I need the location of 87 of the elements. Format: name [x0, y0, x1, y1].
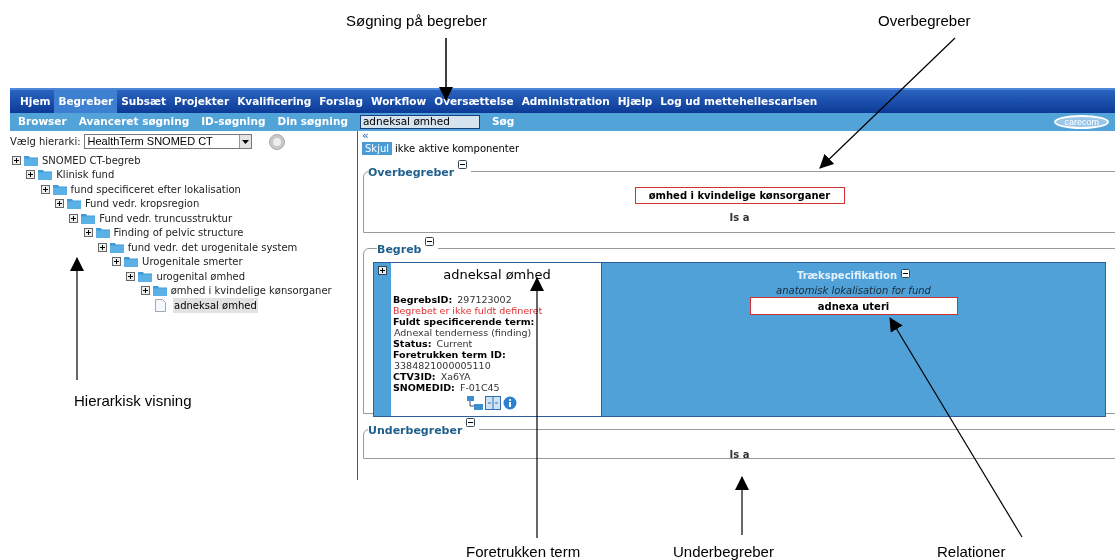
collapse-link[interactable]: «: [362, 131, 1115, 140]
tree-item[interactable]: fund vedr. det urogenitale system: [126, 239, 299, 255]
info-icon[interactable]: [503, 395, 517, 410]
folder-icon: [124, 256, 139, 268]
detail-label: CTV3ID:: [393, 370, 436, 382]
callout-label: Søgning på begreber: [346, 11, 487, 31]
carecom-logo: carecom: [1054, 115, 1109, 129]
detail-value: 3384821000005110: [393, 359, 492, 371]
menu-tab[interactable]: Subsæt: [117, 90, 171, 113]
callout-label: Hierarkisk visning: [74, 391, 192, 411]
menu-tab[interactable]: Administration: [517, 90, 614, 113]
caret-icon[interactable]: [241, 139, 249, 144]
tree-item[interactable]: fund specificeret efter lokalisation: [69, 181, 242, 197]
folder-icon: [52, 183, 67, 195]
detail-value: Current: [436, 337, 473, 349]
expand-icon[interactable]: [112, 257, 122, 267]
tree-item[interactable]: Klinisk fund: [55, 167, 116, 183]
folder-icon: [109, 241, 124, 253]
callout-label: Underbegreber: [673, 542, 774, 560]
detail-value: Xa6YA: [440, 370, 471, 382]
concept-box[interactable]: ømhed i kvindelige kønsorganer: [634, 187, 845, 204]
tree-item[interactable]: Urogenitale smerter: [141, 254, 244, 270]
tree-item[interactable]: Fund vedr. truncusstruktur: [98, 210, 234, 226]
tree-item[interactable]: Finding of pelvic structure: [112, 225, 245, 241]
detail-value: F-01C45: [459, 381, 500, 393]
section-title: Overbegreber: [368, 166, 455, 179]
tree-item[interactable]: SNOMED CT-begreb: [41, 152, 142, 168]
section-title: Underbegreber: [368, 424, 463, 437]
menu-tab[interactable]: Workflow: [366, 90, 431, 113]
concept-name: adneksal ømhed: [442, 266, 552, 284]
expand-icon[interactable]: [40, 184, 50, 194]
detail-label: BegrebsID:: [393, 293, 453, 305]
menu-tab[interactable]: Projekter: [170, 90, 234, 113]
menu-tab[interactable]: Kvalificering: [233, 90, 316, 113]
document-icon: [155, 298, 166, 312]
folder-icon: [24, 154, 38, 166]
collapse-icon[interactable]: [425, 237, 435, 246]
tree-item[interactable]: Fund vedr. kropsregion: [83, 196, 201, 212]
expand-icon[interactable]: [83, 228, 93, 238]
detail-label: Status:: [393, 337, 432, 349]
folder-icon: [95, 227, 110, 239]
menu-tab[interactable]: Hjem: [16, 90, 55, 113]
menu-tab[interactable]: Log ud mettehellescarlsen: [656, 90, 822, 113]
expand-icon[interactable]: [69, 213, 79, 223]
collapse-icon[interactable]: [901, 269, 910, 278]
folder-icon: [66, 198, 81, 210]
folder-icon: [152, 285, 167, 297]
folder-icon: [81, 212, 96, 224]
folder-icon: [38, 169, 53, 181]
hide-label: ikke aktive komponenter: [395, 142, 520, 156]
field-label: Vælg hierarki:: [10, 135, 81, 149]
expand-icon[interactable]: [140, 286, 150, 296]
collapse-icon[interactable]: [458, 160, 468, 169]
callout-label: Relationer: [937, 542, 1006, 560]
relation-label: Is a: [729, 448, 750, 462]
expand-icon[interactable]: [54, 199, 64, 209]
expand-icon[interactable]: [26, 170, 36, 180]
detail-label: Foretrukken term ID:: [393, 348, 507, 360]
menu-tab[interactable]: Begreber: [54, 90, 118, 113]
folder-icon: [138, 270, 153, 282]
callout-label: Overbegreber: [878, 11, 971, 31]
relation-type: anatomisk lokalisation for fund: [776, 285, 931, 297]
expand-icon[interactable]: [126, 271, 136, 281]
callout-label: Foretrukken term: [466, 542, 581, 560]
detail-value: 297123002: [457, 293, 512, 305]
columns-icon[interactable]: [485, 395, 501, 410]
relation-label: Is a: [729, 211, 750, 225]
expand-icon[interactable]: [378, 266, 387, 275]
section-title: Begreb: [377, 243, 422, 256]
hierarchy-dropdown[interactable]: HealthTerm SNOMED CT: [83, 134, 252, 149]
concept-box[interactable]: adnexa uteri: [749, 297, 958, 315]
callout-arrow: [735, 476, 749, 536]
detail-label: SNOMEDID:: [393, 381, 455, 393]
expand-icon[interactable]: [97, 242, 107, 252]
tree-item[interactable]: urogenital ømhed: [155, 268, 247, 284]
detail-label: Fuldt specificerende term:: [393, 315, 536, 327]
attribute-title: Trækspecifikation: [796, 269, 897, 283]
menu-tab[interactable]: Oversættelse: [430, 90, 518, 113]
search-field[interactable]: adneksal ømhed: [359, 115, 480, 129]
hierarchy-icon[interactable]: [467, 395, 483, 410]
tree-item[interactable]: ømhed i kvindelige kønsorganer: [169, 283, 333, 299]
menu-tab[interactable]: Forslag: [315, 90, 367, 113]
collapse-icon[interactable]: [466, 418, 476, 427]
detail-value: Adnexal tenderness (finding): [393, 326, 533, 338]
expand-icon[interactable]: [12, 155, 21, 165]
tree-item[interactable]: adneksal ømhed: [173, 297, 258, 313]
menu-tab[interactable]: Hjælp: [613, 90, 657, 113]
